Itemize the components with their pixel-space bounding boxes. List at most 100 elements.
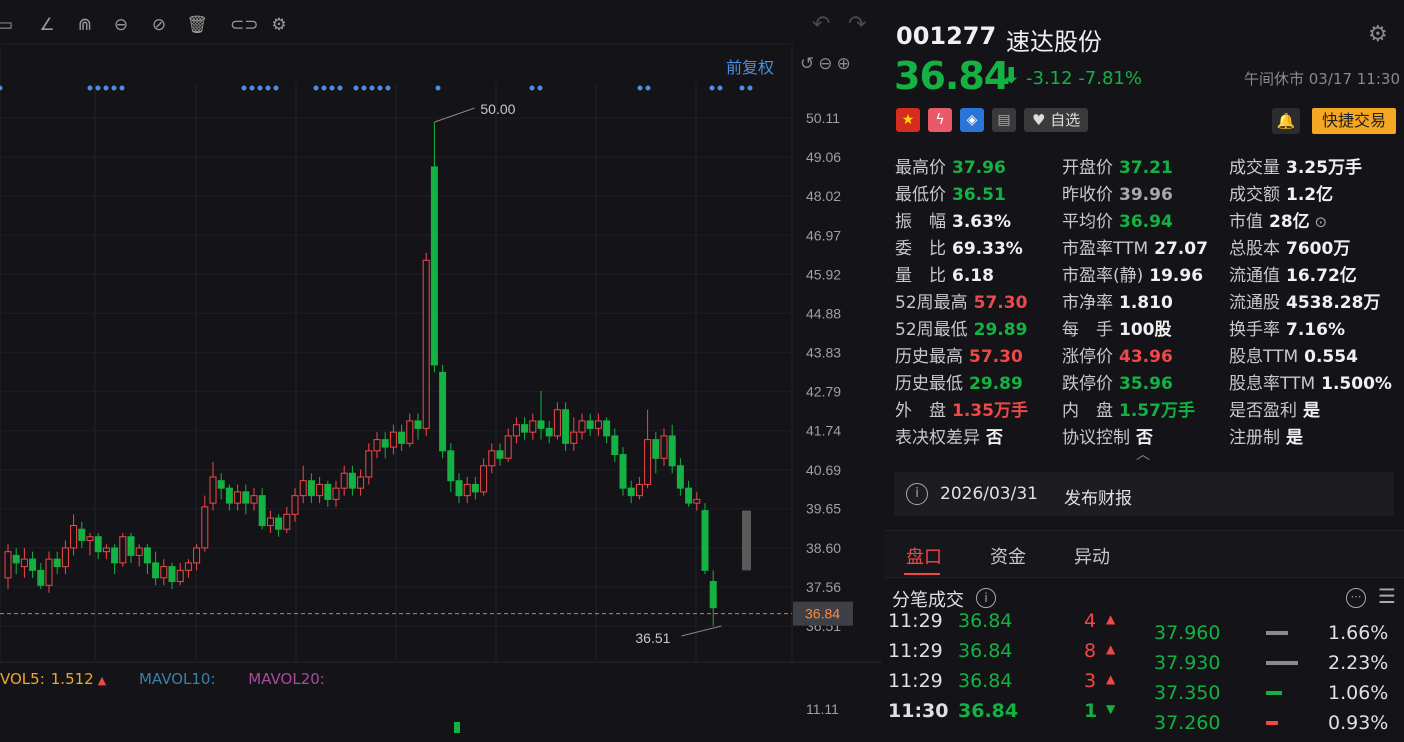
trade-volume: 8 [1084,640,1097,662]
candle-body [381,439,389,448]
candle-body [217,480,225,489]
level-price: 37.350 [1154,682,1221,704]
trade-price: 36.84 [958,610,1013,632]
candle-body [471,483,479,493]
stat-item: 注册制是 [1229,423,1303,448]
stat-item: 总股本 7600万 [1229,234,1350,259]
event-marker [537,85,543,91]
flash-icon[interactable]: ϟ [928,108,952,132]
candle-body [644,439,652,485]
tag-icon[interactable]: ◈ [960,108,984,132]
tab-anomaly[interactable]: 异动 [1074,543,1110,569]
price-level-row: 37.260 0.93% [1154,712,1394,742]
bell-icon[interactable]: 🔔 [1272,108,1300,134]
stat-value: 4538.28万 [1286,293,1381,313]
candle-body [594,420,602,429]
stat-value: 7600万 [1286,239,1351,259]
tab-order-book[interactable]: 盘口 [906,543,942,569]
candle-body [545,427,553,437]
stat-value: 37.21 [1119,158,1173,178]
event-marker [529,85,535,91]
stat-value: 37.96 [952,158,1006,178]
candle-body [225,487,233,504]
stat-value: 57.30 [973,293,1028,313]
stat-item: 平均价 36.94 [1062,207,1173,232]
earnings-report-notice[interactable]: i 2026/03/31 发布财报 [894,472,1394,516]
stat-value: 27.07 [1154,239,1208,259]
candle-body [266,517,274,527]
more-icon[interactable]: ⋯ [1346,588,1366,608]
china-flag-icon[interactable]: ★ [896,108,920,132]
stat-item: 历史最低 29.89 [895,369,1023,394]
add-favorite-button[interactable]: ♥ 自选 [1024,108,1089,132]
kline-chart-area[interactable]: ▭ ∠ ⋒ ⊖ ⊘ 🗑 ⊂⊃ ⚙ ↶ ↷ 50.11 49.06 48.02 46.9… [0,0,882,733]
level-price: 37.930 [1154,652,1221,674]
event-marker [111,85,117,91]
candle-body [258,495,266,527]
price-level-row: 37.930 2.23% [1154,652,1394,682]
candle-body [37,569,45,586]
trade-time: 11:30 [888,700,949,722]
candle-body [389,431,397,448]
price-change: -3.12 -7.81% [1026,68,1142,89]
more-icon[interactable]: ⊙ [1310,213,1327,231]
stat-label: 52周最高 [895,293,968,313]
info-icon: i [906,483,928,505]
candle-body [611,435,619,456]
arrow-down-icon: ⬇ [1002,64,1021,89]
candle-body [242,491,250,504]
candle-body [562,409,570,444]
event-marker [265,85,271,91]
zoom-out-icon[interactable]: ⊖ [818,54,836,74]
stat-value: 1.500% [1321,374,1392,394]
info-icon[interactable]: i [976,588,996,608]
reset-icon[interactable]: ↺ [800,54,818,74]
candle-body [119,536,127,564]
mavol5-label: VOL5: [0,670,45,688]
candle-body [340,472,348,489]
stat-item: 外 盘 1.35万手 [895,396,1028,421]
stat-value: 是 [1286,428,1303,448]
low-annotation: 36.51 [635,630,670,646]
candle-body [143,547,151,564]
list-icon[interactable]: ☰ [1378,584,1396,608]
price-level-row: 37.350 1.06% [1154,682,1394,712]
stat-item: 最高价 37.96 [895,153,1006,178]
candle-body [512,424,520,437]
stat-value: 1.2亿 [1286,185,1334,205]
detail-tabs: 盘口 资金 异动 [884,530,1404,578]
candle-body [357,476,365,489]
stat-label: 开盘价 [1062,158,1113,178]
stat-label: 换手率 [1229,320,1280,340]
low-annotation-line [681,625,722,637]
quick-trade-button[interactable]: 快捷交易 [1312,108,1396,134]
collapse-icon[interactable]: ︿ [1136,444,1150,464]
gear-icon[interactable]: ⚙ [1368,22,1388,47]
trade-row: 11:30 36.84 1 ▼ [884,700,1144,730]
stat-label: 市盈率(静) [1062,266,1144,286]
stat-value: 29.89 [969,374,1023,394]
price-axis-label: 41.74 [806,423,841,439]
stat-item: 振 幅 3.63% [895,207,1011,232]
level-bar [1266,691,1282,695]
candle-body [348,472,356,489]
stat-label: 流通股 [1229,293,1280,313]
candle-body [168,566,176,583]
adjust-mode-button[interactable]: 前复权 [726,54,774,78]
stat-label: 总股本 [1229,239,1280,259]
stat-item: 每 手 100股 [1062,315,1172,340]
candle-body [627,487,635,497]
favorite-label: 自选 [1050,111,1081,129]
stat-item: 最低价 36.51 [895,180,1006,205]
tab-capital[interactable]: 资金 [990,543,1026,569]
zoom-in-icon[interactable]: ⊕ [837,54,855,74]
trade-row: 11:29 36.84 3 ▲ [884,670,1144,700]
price-level-row: 37.960 1.66% [1154,622,1394,652]
stat-label: 市盈率TTM [1062,239,1149,259]
stat-item: 流通值 16.72亿 [1229,261,1357,286]
trade-volume: 4 [1084,610,1097,632]
document-icon[interactable]: ▤ [992,108,1016,132]
candle-body [685,487,693,504]
stat-label: 每 手 [1062,320,1113,340]
candle-body [176,569,184,583]
